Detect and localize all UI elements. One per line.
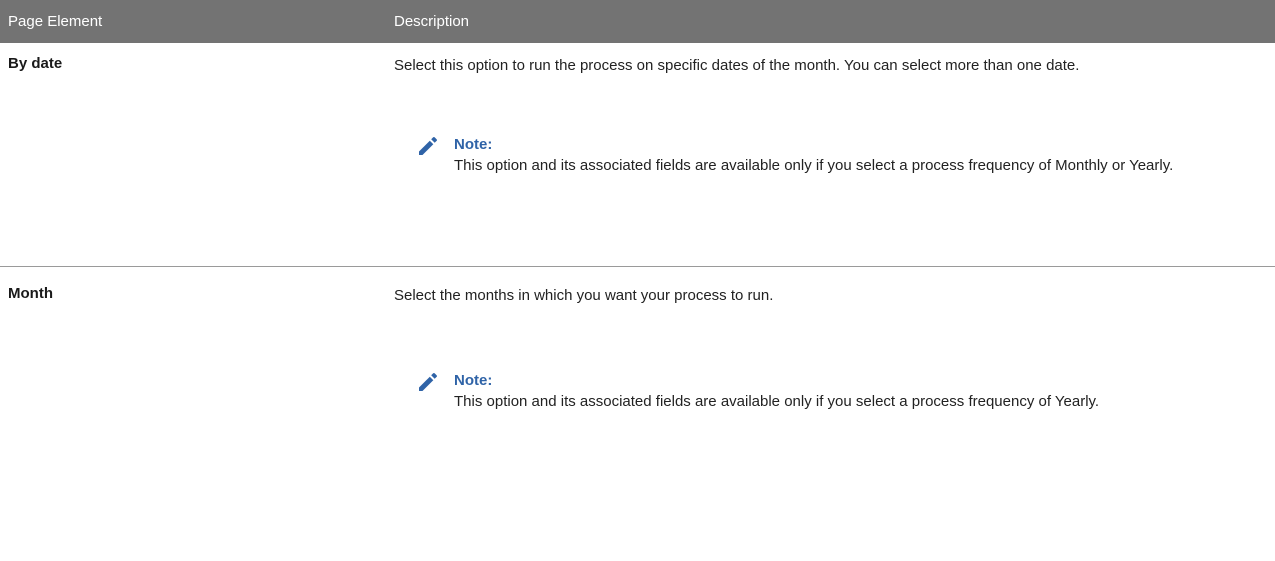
note-body: Note: This option and its associated fie… <box>454 134 1215 176</box>
header-page-element: Page Element <box>8 13 103 30</box>
note-title: Note: <box>454 136 493 153</box>
note-title: Note: <box>454 372 493 389</box>
note-box: Note: This option and its associated fie… <box>416 134 1215 176</box>
note-body: Note: This option and its associated fie… <box>454 370 1215 412</box>
header-description: Description <box>394 13 470 30</box>
table-header: Page Element Description <box>0 0 1275 43</box>
definition-table: Page Element Description By date Select … <box>0 0 1275 561</box>
note-box: Note: This option and its associated fie… <box>416 370 1215 412</box>
row-description-cell: Select the months in which you want your… <box>394 285 1275 561</box>
row-description-text: Select this option to run the process on… <box>394 57 1080 74</box>
pencil-icon <box>419 373 437 391</box>
pencil-icon <box>419 137 437 155</box>
table-row: By date Select this option to run the pr… <box>0 43 1275 267</box>
row-element-label: By date <box>8 55 63 72</box>
row-description-cell: Select this option to run the process on… <box>394 55 1275 266</box>
note-text: This option and its associated fields ar… <box>454 157 1174 174</box>
note-text: This option and its associated fields ar… <box>454 393 1100 410</box>
table-row: Month Select the months in which you wan… <box>0 267 1275 561</box>
row-element-label: Month <box>8 285 53 302</box>
row-description-text: Select the months in which you want your… <box>394 287 774 304</box>
